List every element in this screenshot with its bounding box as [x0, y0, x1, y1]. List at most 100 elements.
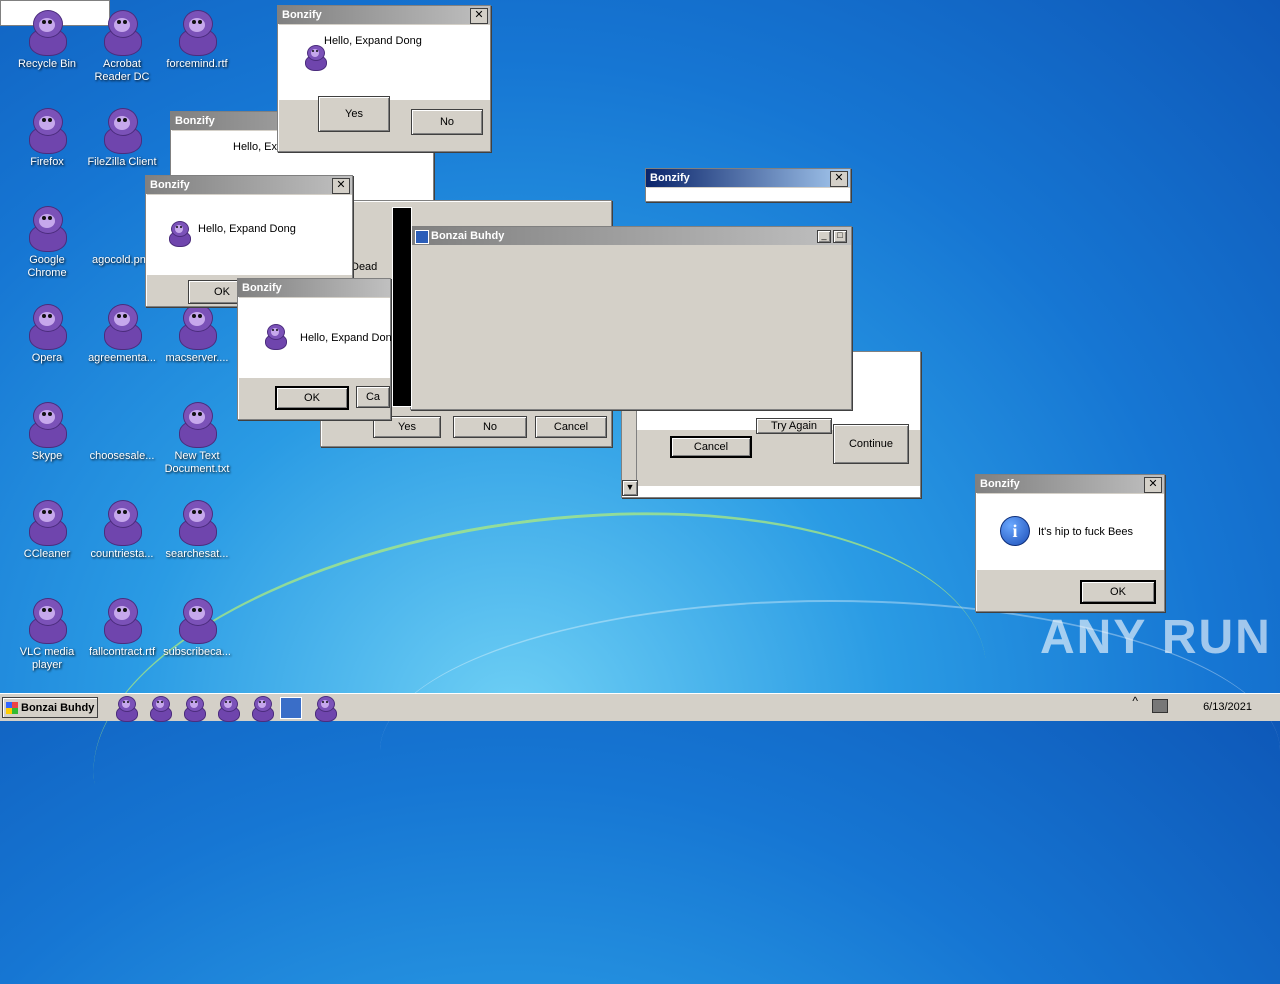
- desktop-icon[interactable]: agreementa...: [86, 304, 158, 365]
- cancel-button[interactable]: Ca: [356, 386, 390, 408]
- try-again-button[interactable]: Try Again: [756, 418, 832, 434]
- bonzi-icon: [27, 108, 67, 154]
- bonzi-icon: [177, 304, 217, 350]
- dialog-message: Hello, Expand Dong: [198, 223, 296, 235]
- desktop-icon-label: FileZilla Client: [87, 156, 157, 168]
- desktop-icon[interactable]: Firefox: [11, 108, 83, 169]
- dialog-mid: Bonzify Hello, Expand Don OK Ca: [237, 278, 392, 420]
- dialog-message: Hello, Expand Dong: [324, 35, 422, 47]
- bonzi-icon: [102, 10, 142, 56]
- bonzi-task-icon[interactable]: [115, 696, 138, 723]
- glitch-strip: [392, 207, 412, 407]
- windows-logo-icon: [6, 702, 18, 714]
- network-icon[interactable]: [1152, 699, 1168, 713]
- desktop-icon[interactable]: fallcontract.rtf: [86, 598, 158, 659]
- title-bar: Bonzify: [146, 176, 352, 194]
- desktop-icon-label: agreementa...: [88, 352, 156, 364]
- desktop-icon-label: CCleaner: [23, 548, 71, 560]
- desktop-icon-label: choosesale...: [89, 450, 155, 462]
- bonzi-icon: [102, 304, 142, 350]
- no-button[interactable]: No: [453, 416, 527, 438]
- bonzi-task-icon[interactable]: [183, 696, 206, 723]
- dialog-bees: Bonzify ✕ i It's hip to fuck Bees OK: [975, 474, 1165, 612]
- bonzi-icon: [102, 598, 142, 644]
- taskbar: Bonzai Buhdy ^ 6/13/2021: [0, 693, 1280, 723]
- ok-button[interactable]: OK: [275, 386, 349, 410]
- dialog-top: Bonzify ✕ Hello, Expand Dong Yes No: [277, 5, 491, 152]
- desktop-icon-label: countriesta...: [90, 548, 154, 560]
- desktop-icon-label: subscribeca...: [163, 646, 231, 658]
- main-window: Bonzai Buhdy _ □: [410, 226, 852, 410]
- yes-button[interactable]: Yes: [318, 96, 390, 132]
- bonzi-task-icon[interactable]: [217, 696, 240, 723]
- tray-chevron-icon[interactable]: ^: [1132, 694, 1138, 708]
- close-button[interactable]: ✕: [1144, 477, 1162, 493]
- desktop-icon-label: New Text Document.txt: [164, 450, 230, 475]
- desktop-icon[interactable]: subscribeca...: [161, 598, 233, 659]
- desktop-icon[interactable]: New Text Document.txt: [161, 402, 233, 476]
- bonzi-icon: [27, 206, 67, 252]
- cancel-button[interactable]: Cancel: [670, 436, 752, 458]
- bonzi-icon: [168, 221, 191, 247]
- bonzi-icon: [177, 10, 217, 56]
- title-bar: Bonzify: [976, 475, 1164, 493]
- ok-button[interactable]: OK: [1080, 580, 1156, 604]
- desktop-icon-label: macserver....: [165, 352, 229, 364]
- dialog-message: It's hip to fuck Bees: [1038, 526, 1134, 538]
- maximize-button[interactable]: □: [833, 230, 847, 243]
- bonzi-icon: [177, 402, 217, 448]
- close-button[interactable]: ✕: [470, 8, 488, 24]
- fragment-text: Dead: [351, 261, 378, 273]
- bonzi-icon: [177, 500, 217, 546]
- cancel-button[interactable]: Cancel: [535, 416, 607, 438]
- continue-button[interactable]: Continue: [833, 424, 909, 464]
- bonzi-icon: [177, 598, 217, 644]
- no-button[interactable]: No: [411, 109, 483, 135]
- bonzi-icon: [304, 45, 327, 71]
- desktop-icon[interactable]: forcemind.rtf: [161, 10, 233, 71]
- desktop-icon-label: forcemind.rtf: [166, 58, 228, 70]
- bonzi-icon: [102, 500, 142, 546]
- desktop-icon-label: VLC media player: [19, 646, 75, 671]
- clock-date[interactable]: 6/13/2021: [1203, 701, 1252, 713]
- scroll-down-button[interactable]: ▼: [622, 480, 638, 496]
- app-icon: [415, 230, 429, 244]
- info-icon: i: [1000, 516, 1030, 546]
- desktop-icon[interactable]: countriesta...: [86, 500, 158, 561]
- desktop-icon[interactable]: Acrobat Reader DC: [86, 10, 158, 84]
- dialog-message: Hello, Exp: [233, 141, 284, 153]
- desktop-icon[interactable]: CCleaner: [11, 500, 83, 561]
- desktop-icon[interactable]: Recycle Bin: [11, 10, 83, 71]
- desktop-icon-label: Google Chrome: [27, 254, 67, 279]
- minimize-button[interactable]: _: [817, 230, 831, 243]
- bonzi-icon: [27, 598, 67, 644]
- desktop-icon[interactable]: VLC media player: [11, 598, 83, 672]
- dialog-blue: Bonzify ✕: [645, 168, 851, 202]
- desktop-icon[interactable]: FileZilla Client: [86, 108, 158, 169]
- bonzi-icon: [27, 304, 67, 350]
- bonzi-icon: [27, 500, 67, 546]
- dialog-message: Hello, Expand Don: [300, 332, 392, 344]
- close-button[interactable]: ✕: [830, 171, 848, 187]
- bonzi-icon: [264, 324, 287, 350]
- desktop-icon[interactable]: macserver....: [161, 304, 233, 365]
- desktop-icon[interactable]: choosesale...: [86, 402, 158, 463]
- app-task-icon[interactable]: [280, 697, 302, 719]
- desktop-icon-label: Skype: [31, 450, 63, 462]
- bonzi-task-icon[interactable]: [149, 696, 172, 723]
- desktop-icon[interactable]: Opera: [11, 304, 83, 365]
- title-bar: Bonzify: [278, 6, 490, 24]
- desktop-icon[interactable]: Skype: [11, 402, 83, 463]
- bonzi-icon: [27, 402, 67, 448]
- desktop-icon[interactable]: searchesat...: [161, 500, 233, 561]
- desktop-icon-label: Acrobat Reader DC: [94, 58, 150, 83]
- close-button[interactable]: ✕: [332, 178, 350, 194]
- start-button[interactable]: Bonzai Buhdy: [2, 697, 98, 718]
- bonzi-task-icon[interactable]: [314, 696, 337, 723]
- bonzi-task-icon[interactable]: [251, 696, 274, 723]
- bonzi-icon: [27, 10, 67, 56]
- desktop-icon-label: Recycle Bin: [17, 58, 77, 70]
- title-bar: Bonzai Buhdy: [411, 227, 851, 245]
- desktop-icon[interactable]: Google Chrome: [11, 206, 83, 280]
- watermark: ANY RUN: [1040, 611, 1272, 664]
